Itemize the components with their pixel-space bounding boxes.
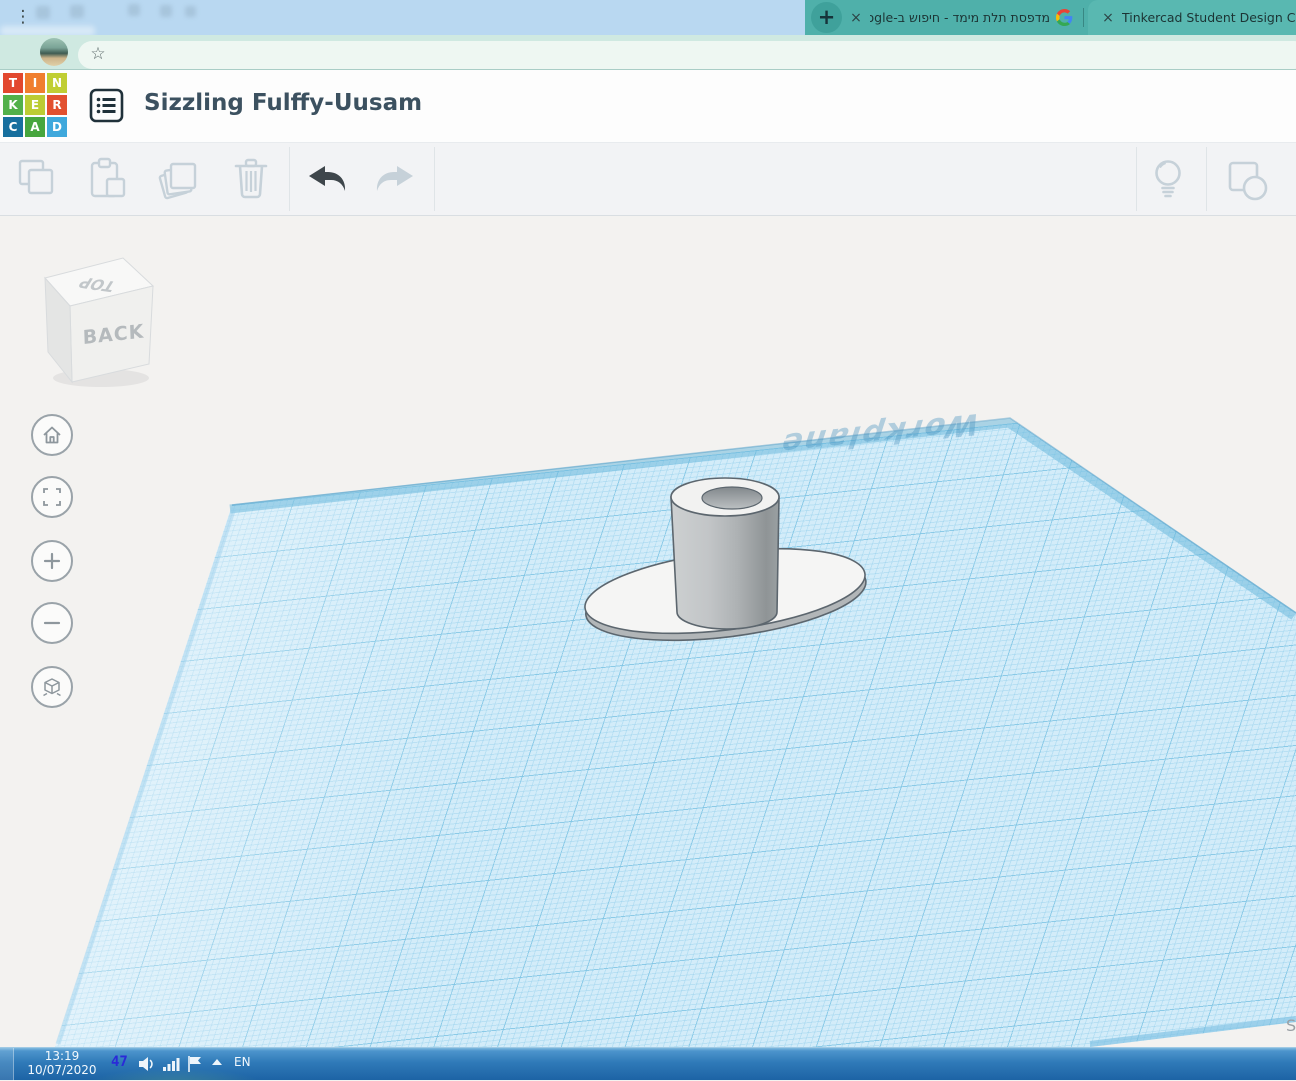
bookmark-star-icon[interactable]: ☆ [88,40,108,68]
blurred-window-control-icon [185,6,196,17]
logo-tile: K [3,95,23,115]
logo-tile: A [25,117,45,137]
delete-icon[interactable] [228,156,274,202]
tray-counter-icon[interactable]: 47 [111,1054,128,1070]
view-cube[interactable]: TOP BACK [35,248,170,398]
close-tab-icon[interactable]: × [1100,10,1116,26]
logo-tile: D [47,117,67,137]
browser-tab-strip: + × מדפסת תלת מימד - חיפוש ב-Google × Ti… [0,0,1296,35]
new-tab-button[interactable]: + [811,2,842,33]
logo-tile: I [25,73,45,93]
browser-menu-icon[interactable]: ⋮ [14,4,32,30]
taskbar-clock-time[interactable]: 13:19 [18,1049,106,1063]
lightbulb-icon[interactable] [1145,156,1191,202]
tab-title: Tinkercad Student Design Contes [1122,10,1296,25]
perspective-toggle-button[interactable] [31,666,73,708]
fit-view-button[interactable] [31,476,73,518]
home-view-button[interactable] [31,414,73,456]
design-title[interactable]: Sizzling Fulffy-Uusam [144,90,422,116]
model-cylinder[interactable] [670,477,780,630]
3d-viewport[interactable]: Workplane TOP BACK S [0,216,1296,1047]
logo-tile: N [47,73,67,93]
google-favicon [1056,9,1073,26]
redo-button[interactable] [373,162,419,196]
snap-grid-hint-partial: S [1286,1016,1296,1035]
address-bar[interactable] [78,41,1296,69]
tab-title: מדפסת תלת מימד - חיפוש ב-Google [870,10,1050,25]
network-signal-icon[interactable] [162,1055,182,1073]
toolbar-divider [434,147,435,211]
shape-combine-icon[interactable] [1222,156,1268,202]
tab-tinkercad[interactable]: × Tinkercad Student Design Contes [1088,0,1296,35]
toolbar-divider [289,147,290,211]
taskbar-clock-date[interactable]: 10/07/2020 [12,1063,112,1077]
duplicate-icon[interactable] [155,156,201,202]
undo-button[interactable] [303,162,349,196]
windows-taskbar: 13:19 10/07/2020 47 EN [0,1047,1296,1081]
tinkercad-logo[interactable]: T I N K E R C A D [3,73,69,139]
logo-tile: E [25,95,45,115]
copy-icon[interactable] [13,156,59,202]
tab-google-search[interactable]: × מדפסת תלת מימד - חיפוש ב-Google [848,0,1091,35]
volume-icon[interactable] [138,1055,158,1073]
language-indicator[interactable]: EN [234,1055,251,1069]
blurred-window-control-icon [160,5,172,17]
action-center-flag-icon[interactable] [186,1055,206,1073]
blurred-window-control-icon [36,6,50,19]
blurred-window-control-icon [70,5,84,18]
toolbar-divider [1136,147,1137,211]
tinkercad-header: T I N K E R C A D Sizzling Fulffy-Uusam [0,70,1296,142]
toolbar-divider [1206,147,1207,211]
tab-separator [1083,8,1084,27]
blurred-window-control-icon [128,4,140,16]
logo-tile: T [3,73,23,93]
tinkercad-toolbar [0,142,1296,216]
paste-icon[interactable] [83,156,129,202]
avatar[interactable] [40,38,68,66]
zoom-in-button[interactable] [31,540,73,582]
logo-tile: C [3,117,23,137]
model-tube-on-base[interactable] [560,460,900,670]
close-tab-icon[interactable]: × [848,10,864,26]
logo-tile: R [47,95,67,115]
show-hidden-icons-chevron[interactable] [210,1058,224,1066]
tab-area: + × מדפסת תלת מימד - חיפוש ב-Google × Ti… [805,0,1296,35]
zoom-out-button[interactable] [31,602,73,644]
design-menu-icon[interactable] [88,87,125,124]
